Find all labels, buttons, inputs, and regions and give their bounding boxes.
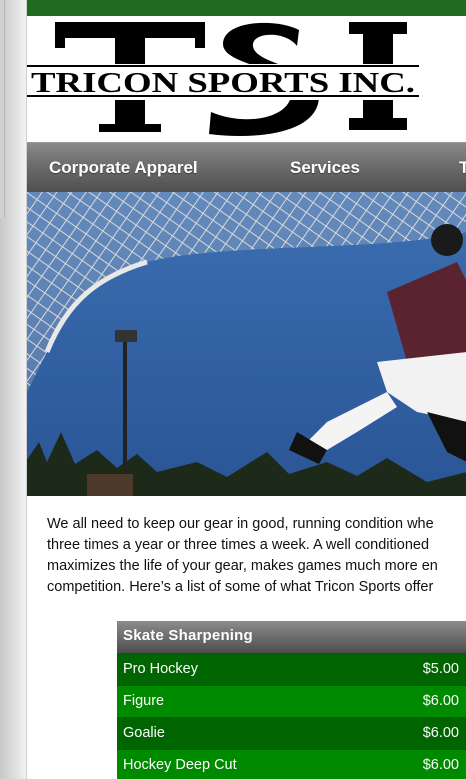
intro-line: three times a year or three times a week… — [47, 537, 430, 553]
hero-image — [27, 192, 466, 496]
top-color-bar — [27, 0, 466, 17]
service-name: Goalie — [123, 725, 165, 741]
skate-sharpening-table: Skate Sharpening Pro Hockey $5.00 Figure… — [117, 621, 466, 779]
service-name: Figure — [123, 693, 165, 709]
intro-line: maximizes the life of your gear, makes g… — [47, 558, 438, 574]
company-name-text: TRICON SPORTS INC. — [31, 67, 415, 99]
service-name: Pro Hockey — [123, 661, 198, 677]
site-logo[interactable]: TRICON SPORTS INC. — [27, 16, 466, 142]
service-price: $5.00 — [422, 661, 459, 677]
logo-graphic: TRICON SPORTS INC. — [27, 22, 419, 137]
hero-illustration — [27, 192, 466, 496]
table-row: Goalie $6.00 — [117, 717, 466, 749]
service-price: $6.00 — [422, 693, 459, 709]
window-left-edge — [0, 0, 26, 779]
scroll-edge-marker — [0, 0, 5, 218]
service-price: $6.00 — [422, 725, 459, 741]
main-nav: Corporate Apparel Services T — [27, 142, 466, 193]
table-row: Pro Hockey $5.00 — [117, 653, 466, 685]
table-title: Skate Sharpening — [117, 621, 466, 653]
service-name: Hockey Deep Cut — [123, 757, 237, 773]
intro-line: competition. Here’s a list of some of wh… — [47, 579, 434, 595]
intro-paragraph: We all need to keep our gear in good, ru… — [47, 514, 466, 598]
nav-services[interactable]: Services — [290, 143, 360, 193]
nav-corporate-apparel[interactable]: Corporate Apparel — [49, 143, 198, 193]
table-row: Figure $6.00 — [117, 685, 466, 717]
intro-line: We all need to keep our gear in good, ru… — [47, 516, 434, 532]
service-price: $6.00 — [422, 757, 459, 773]
nav-item-truncated[interactable]: T — [459, 143, 466, 193]
page: TRICON SPORTS INC. Corporate Apparel Ser… — [26, 0, 466, 779]
table-row: Hockey Deep Cut $6.00 — [117, 749, 466, 779]
